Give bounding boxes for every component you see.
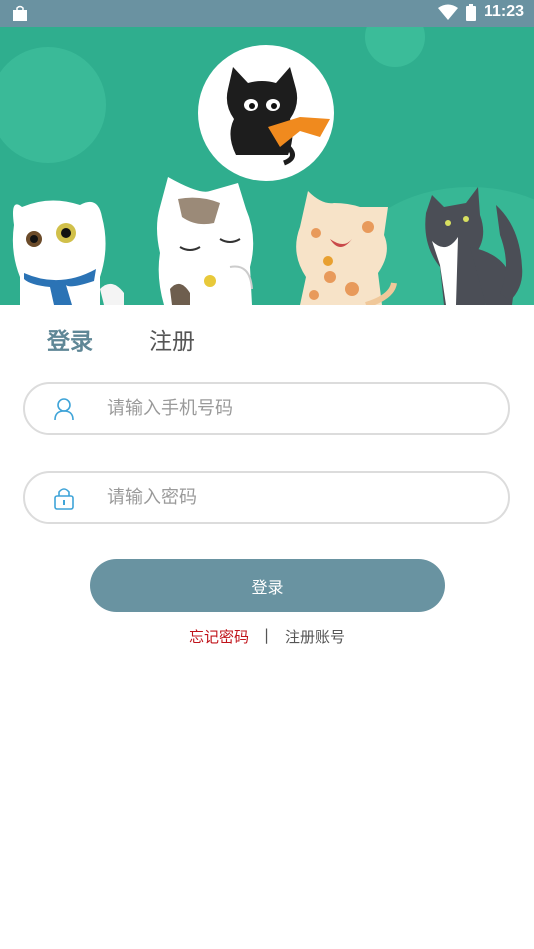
link-separator: | bbox=[264, 626, 270, 644]
forgot-password-link[interactable]: 忘记密码 bbox=[189, 626, 249, 647]
sleepy-cat-illustration bbox=[157, 177, 254, 305]
phone-input[interactable] bbox=[107, 384, 487, 433]
status-time: 11:23 bbox=[483, 3, 524, 20]
lock-icon bbox=[54, 488, 74, 510]
cat-logo bbox=[198, 45, 334, 181]
user-icon bbox=[54, 398, 74, 421]
battery-icon bbox=[465, 3, 476, 21]
bag-icon bbox=[13, 5, 27, 21]
white-cat-illustration bbox=[12, 200, 124, 305]
status-bar: 11:23 bbox=[0, 0, 534, 27]
spotted-cat-illustration bbox=[296, 191, 397, 305]
phone-field[interactable] bbox=[23, 382, 510, 435]
auth-tabs: 登录 注册 bbox=[0, 305, 534, 365]
tab-login[interactable]: 登录 bbox=[47, 322, 93, 356]
password-input[interactable] bbox=[107, 473, 487, 522]
password-field[interactable] bbox=[23, 471, 510, 524]
login-button[interactable]: 登录 bbox=[90, 559, 445, 612]
tab-register[interactable]: 注册 bbox=[149, 322, 195, 356]
register-account-link[interactable]: 注册账号 bbox=[285, 626, 345, 647]
auth-links: 忘记密码 | 注册账号 bbox=[0, 626, 534, 648]
cat-banner-illustration bbox=[0, 27, 534, 305]
wifi-icon bbox=[437, 4, 458, 20]
